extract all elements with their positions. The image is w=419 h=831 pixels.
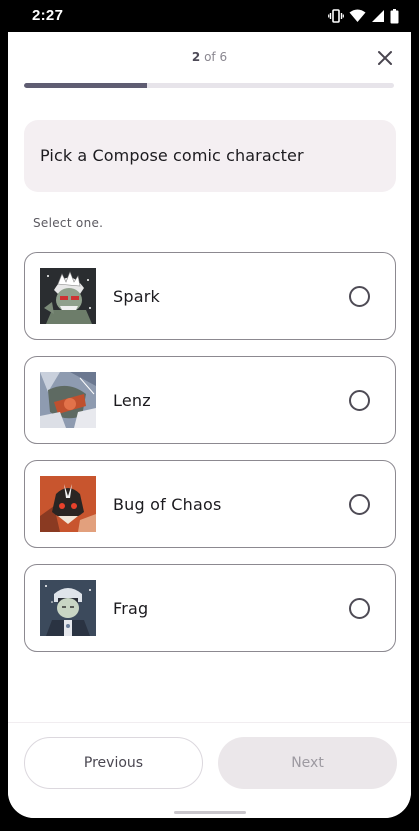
previous-button[interactable]: Previous bbox=[24, 737, 203, 789]
close-button[interactable] bbox=[374, 49, 396, 71]
question-card: Pick a Compose comic character bbox=[24, 120, 396, 192]
status-icons bbox=[328, 7, 399, 25]
app-screen: 2:27 2 of 6 Pick a Compose comic charact… bbox=[8, 0, 411, 818]
spark-thumbnail bbox=[40, 268, 96, 324]
battery-icon bbox=[390, 8, 399, 24]
radio-button[interactable] bbox=[349, 494, 370, 515]
status-bar: 2:27 bbox=[8, 0, 411, 32]
question-text: Pick a Compose comic character bbox=[40, 146, 304, 165]
status-time: 2:27 bbox=[32, 7, 64, 24]
progress-bar-fill bbox=[24, 83, 148, 88]
option-lenz[interactable]: Lenz bbox=[24, 356, 396, 444]
option-label: Lenz bbox=[113, 391, 151, 410]
lenz-thumbnail bbox=[40, 372, 96, 428]
vibrate-icon bbox=[328, 9, 344, 23]
close-icon bbox=[377, 50, 393, 70]
step-counter: 2 of 6 bbox=[8, 50, 411, 64]
option-frag[interactable]: Frag bbox=[24, 564, 396, 652]
radio-button[interactable] bbox=[349, 390, 370, 411]
option-label: Bug of Chaos bbox=[113, 495, 222, 514]
instruction-text: Select one. bbox=[33, 216, 104, 230]
gesture-bar[interactable] bbox=[174, 811, 246, 814]
frag-thumbnail bbox=[40, 580, 96, 636]
option-label: Spark bbox=[113, 287, 160, 306]
wifi-icon bbox=[349, 9, 366, 23]
radio-button[interactable] bbox=[349, 286, 370, 307]
step-separator: of bbox=[204, 50, 216, 64]
option-spark[interactable]: Spark bbox=[24, 252, 396, 340]
step-total: 6 bbox=[219, 50, 228, 64]
bug-of-chaos-thumbnail bbox=[40, 476, 96, 532]
next-button[interactable]: Next bbox=[218, 737, 397, 789]
radio-button[interactable] bbox=[349, 598, 370, 619]
option-bug-of-chaos[interactable]: Bug of Chaos bbox=[24, 460, 396, 548]
bottom-bar: Previous Next bbox=[8, 723, 411, 818]
signal-icon bbox=[371, 9, 385, 23]
step-current: 2 bbox=[191, 50, 201, 64]
progress-bar bbox=[24, 83, 394, 88]
option-label: Frag bbox=[113, 599, 149, 618]
